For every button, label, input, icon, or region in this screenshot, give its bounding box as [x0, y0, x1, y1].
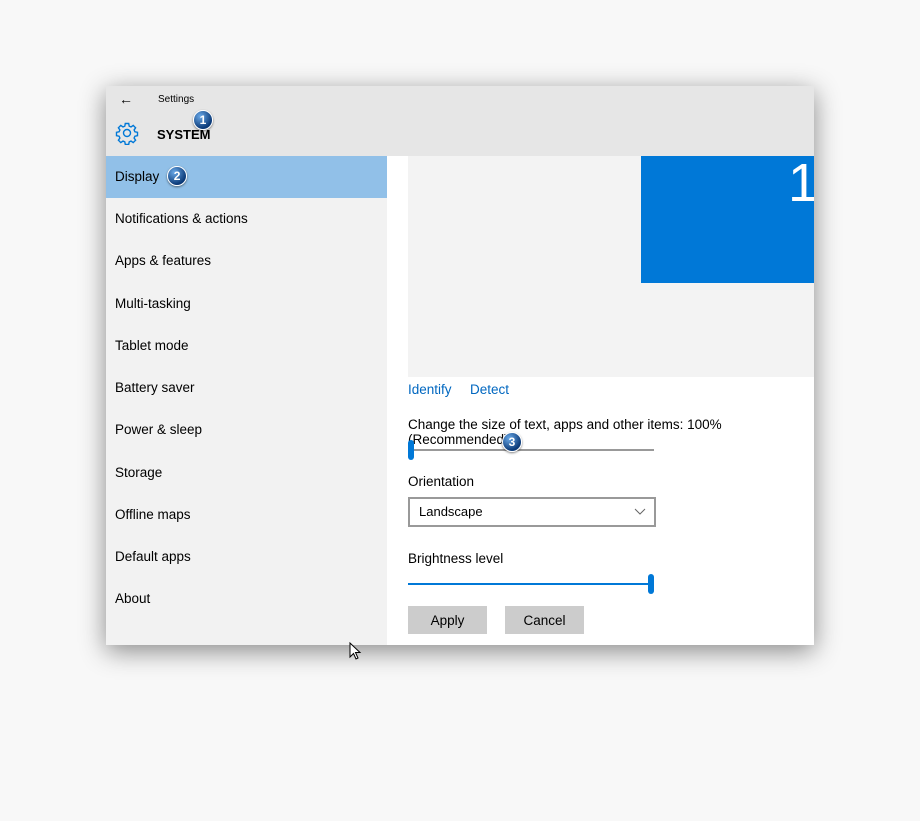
- sidebar-item-label: About: [115, 591, 151, 606]
- sidebar-item-notifications[interactable]: Notifications & actions: [106, 198, 387, 240]
- sidebar-item-multitasking[interactable]: Multi-tasking: [106, 283, 387, 325]
- sidebar-item-label: Display: [115, 169, 160, 184]
- chevron-down-icon: [634, 508, 646, 515]
- sidebar-item-label: Offline maps: [115, 507, 191, 522]
- brightness-slider[interactable]: [408, 573, 654, 595]
- monitor-tile[interactable]: 1: [641, 153, 814, 283]
- sidebar-item-display[interactable]: Display 2: [106, 156, 387, 198]
- sidebar-item-power-sleep[interactable]: Power & sleep: [106, 409, 387, 451]
- annotation-badge-1: 1: [193, 110, 213, 130]
- title-bar: ← Settings SYSTEM 1: [106, 86, 814, 156]
- sidebar-item-label: Apps & features: [115, 253, 212, 268]
- sidebar-item-tablet-mode[interactable]: Tablet mode: [106, 325, 387, 367]
- sidebar: Display 2 Notifications & actions Apps &…: [106, 156, 387, 645]
- scale-slider-track: [414, 449, 654, 451]
- window-title: Settings: [158, 94, 195, 105]
- monitor-number: 1: [787, 153, 814, 213]
- brightness-slider-fill: [408, 583, 648, 585]
- orientation-dropdown[interactable]: Landscape: [408, 497, 656, 527]
- sidebar-item-label: Power & sleep: [115, 422, 203, 437]
- sidebar-item-storage[interactable]: Storage: [106, 452, 387, 494]
- scale-slider[interactable]: [408, 439, 654, 461]
- annotation-badge-2: 2: [167, 166, 188, 186]
- sidebar-item-offline-maps[interactable]: Offline maps: [106, 494, 387, 536]
- identify-link[interactable]: Identify: [408, 382, 452, 397]
- back-arrow-icon[interactable]: ←: [119, 91, 133, 107]
- mouse-cursor-icon: [349, 642, 362, 660]
- detect-link[interactable]: Detect: [470, 382, 509, 397]
- sidebar-item-battery-saver[interactable]: Battery saver: [106, 367, 387, 409]
- sidebar-item-label: Notifications & actions: [115, 211, 248, 226]
- gear-icon: [115, 122, 139, 145]
- sidebar-item-apps-features[interactable]: Apps & features: [106, 240, 387, 282]
- sidebar-item-label: Multi-tasking: [115, 296, 191, 311]
- sidebar-item-default-apps[interactable]: Default apps: [106, 536, 387, 578]
- display-settings-panel: 1 Identify Detect Change the size of tex…: [387, 153, 814, 645]
- cancel-button[interactable]: Cancel: [505, 606, 584, 634]
- sidebar-item-label: Default apps: [115, 549, 191, 564]
- brightness-slider-thumb[interactable]: [648, 574, 654, 594]
- orientation-label: Orientation: [408, 474, 475, 489]
- annotation-badge-3: 3: [502, 432, 522, 452]
- sidebar-item-label: Tablet mode: [115, 338, 189, 353]
- sidebar-item-about[interactable]: About: [106, 578, 387, 620]
- apply-button[interactable]: Apply: [408, 606, 487, 634]
- brightness-label: Brightness level: [408, 551, 504, 566]
- settings-window: ← Settings SYSTEM 1 Display 2 Notificati…: [106, 86, 814, 645]
- scale-slider-thumb[interactable]: [408, 440, 414, 460]
- orientation-value: Landscape: [419, 504, 483, 519]
- monitor-arrangement-preview: 1: [408, 153, 814, 377]
- sidebar-item-label: Battery saver: [115, 380, 195, 395]
- sidebar-item-label: Storage: [115, 465, 163, 480]
